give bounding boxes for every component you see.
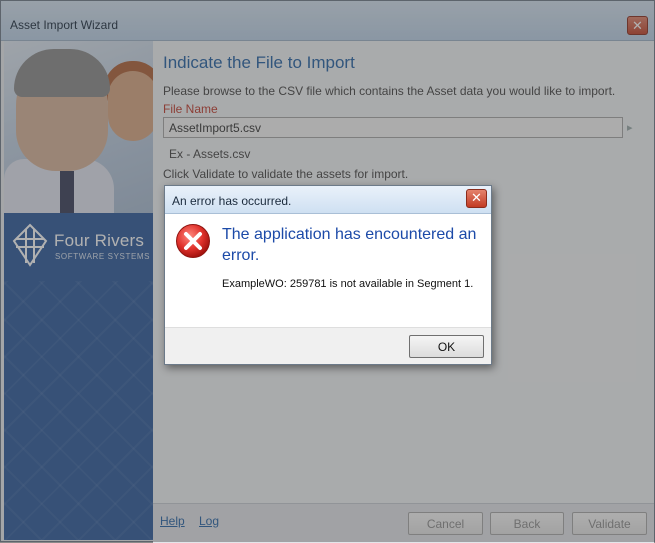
error-dialog-button-bar: OK	[165, 327, 491, 364]
error-heading: The application has encountered an error…	[222, 226, 477, 264]
error-dialog-close-icon[interactable]: ✕	[466, 189, 487, 208]
ok-button[interactable]: OK	[409, 335, 484, 358]
error-message: ExampleWO: 259781 is not available in Se…	[222, 278, 474, 290]
error-dialog-title-bar: An error has occurred. ✕	[165, 186, 491, 214]
error-circle-x-icon	[176, 224, 210, 258]
error-dialog: An error has occurred. ✕ The application…	[164, 185, 492, 365]
error-dialog-title: An error has occurred.	[172, 194, 292, 208]
